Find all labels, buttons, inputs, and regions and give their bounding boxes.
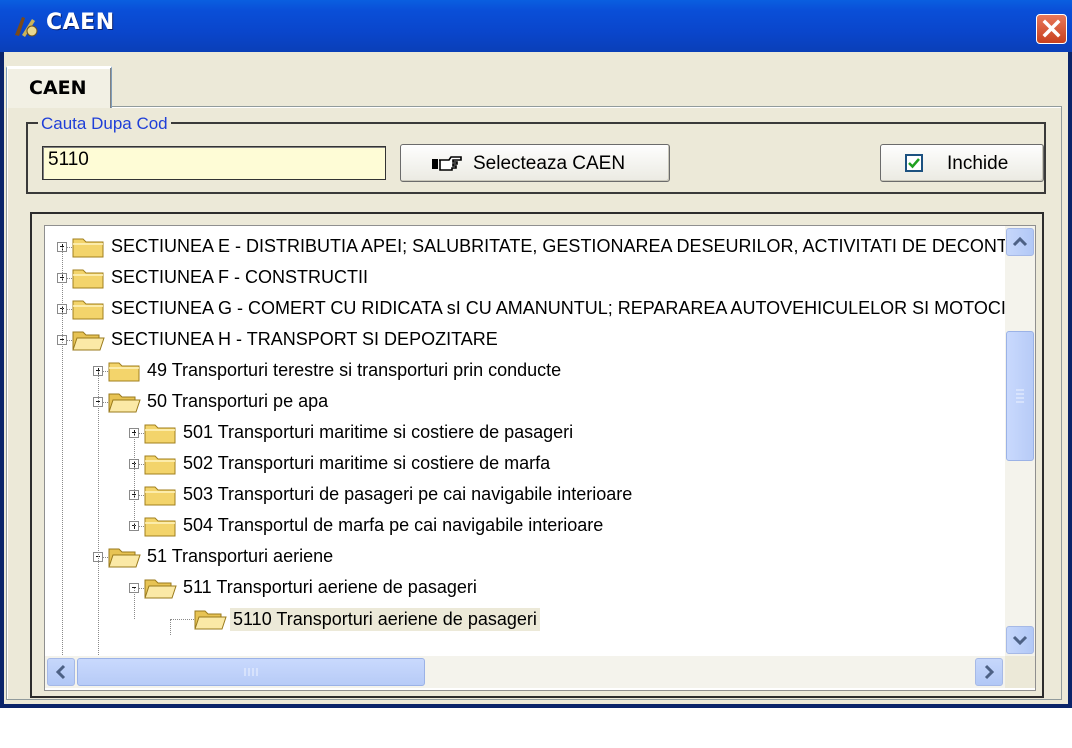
- folder-icon: [144, 424, 176, 444]
- tree-node[interactable]: SECTIUNEA F - CONSTRUCTII: [45, 263, 1005, 293]
- chevron-up-icon: [1012, 236, 1028, 247]
- tree-node[interactable]: 503 Transporturi de pasageri pe cai navi…: [45, 480, 1005, 510]
- horizontal-scroll-thumb[interactable]: [77, 658, 425, 686]
- cod-search-input[interactable]: 5110: [42, 146, 386, 180]
- chevron-down-icon: [1012, 635, 1028, 646]
- tree-guide-line: [134, 433, 136, 526]
- tree-panel: SECTIUNEA E - DISTRIBUTIA APEI; SALUBRIT…: [30, 212, 1044, 748]
- vertical-scrollbar[interactable]: [1005, 226, 1035, 656]
- tree-node-label: 51 Transporturi aeriene: [147, 546, 334, 566]
- tree-node-label: 501 Transporturi maritime si costiere de…: [183, 422, 574, 442]
- selecteaza-caen-button[interactable]: Selecteaza CAEN: [400, 144, 670, 182]
- folder-open-icon: [144, 579, 177, 599]
- vertical-scroll-thumb[interactable]: [1006, 331, 1034, 461]
- folder-open-icon: [72, 331, 105, 351]
- scroll-left-button[interactable]: [47, 658, 75, 686]
- tree-node[interactable]: 501 Transporturi maritime si costiere de…: [45, 418, 1005, 448]
- tree-guide-line: [62, 247, 64, 656]
- select-button-label: Selecteaza CAEN: [473, 153, 626, 174]
- tab-label: CAEN: [29, 77, 87, 99]
- tree-frame: SECTIUNEA E - DISTRIBUTIA APEI; SALUBRIT…: [30, 212, 1044, 698]
- tree-node[interactable]: 51 Transporturi aeriene: [45, 542, 1005, 572]
- folder-icon: [72, 238, 104, 258]
- pointing-hand-icon: [432, 156, 462, 171]
- inchide-label: Inchide: [947, 153, 1009, 174]
- tree-node-label: 5110 Transporturi aeriene de pasageri: [230, 608, 540, 631]
- inchide-checkbox[interactable]: [905, 154, 923, 172]
- grip-icon: [1016, 389, 1024, 403]
- tree-node[interactable]: SECTIUNEA G - COMERT CU RIDICATA sI CU A…: [45, 294, 1005, 324]
- tree-guide-line: [98, 371, 100, 656]
- tree-node-label: SECTIUNEA E - DISTRIBUTIA APEI; SALUBRIT…: [111, 236, 1005, 256]
- window-client: CAEN Cauta Dupa Cod 5110 Selecteaza CAEN…: [4, 52, 1068, 704]
- folder-icon: [144, 517, 176, 537]
- tree-node-label: 502 Transporturi maritime si costiere de…: [183, 453, 551, 473]
- close-icon: [1042, 19, 1061, 38]
- tree-node[interactable]: 504 Transportul de marfa pe cai navigabi…: [45, 511, 1005, 541]
- close-window-button[interactable]: [1036, 14, 1067, 44]
- tree-node[interactable]: 49 Transporturi terestre si transporturi…: [45, 356, 1005, 386]
- horizontal-scrollbar[interactable]: [45, 656, 1005, 688]
- tree-node-label: 503 Transporturi de pasageri pe cai navi…: [183, 484, 633, 504]
- scroll-up-button[interactable]: [1006, 228, 1034, 256]
- folder-icon: [144, 486, 176, 506]
- tree-guide-line: [170, 619, 172, 635]
- tree-node-label: SECTIUNEA F - CONSTRUCTII: [111, 267, 369, 287]
- tree-node-label: 511 Transporturi aeriene de pasageri: [183, 577, 477, 597]
- folder-open-icon: [108, 393, 141, 413]
- search-group-label: Cauta Dupa Cod: [38, 114, 171, 134]
- caen-tree[interactable]: SECTIUNEA E - DISTRIBUTIA APEI; SALUBRIT…: [44, 225, 1036, 691]
- tree-node-label: SECTIUNEA H - TRANSPORT SI DEPOZITARE: [111, 329, 498, 349]
- folder-icon: [72, 300, 104, 320]
- tree-node-label: 504 Transportul de marfa pe cai navigabi…: [183, 515, 604, 535]
- tree-node[interactable]: 511 Transporturi aeriene de pasageri: [45, 573, 1005, 603]
- scroll-down-button[interactable]: [1006, 626, 1034, 654]
- tree-node[interactable]: 502 Transporturi maritime si costiere de…: [45, 449, 1005, 479]
- chevron-left-icon: [55, 664, 66, 680]
- chevron-right-icon: [984, 664, 995, 680]
- tree-node-label: SECTIUNEA G - COMERT CU RIDICATA sI CU A…: [111, 298, 1005, 318]
- app-icon: [15, 17, 38, 37]
- folder-open-icon: [194, 610, 227, 630]
- checkmark-icon: [908, 158, 920, 169]
- folder-icon: [108, 362, 140, 382]
- inchide-button[interactable]: Inchide: [880, 144, 1044, 182]
- folder-icon: [144, 455, 176, 475]
- tab-caen[interactable]: CAEN: [6, 66, 112, 108]
- folder-open-icon: [108, 548, 141, 568]
- title-bar[interactable]: CAEN: [0, 0, 1072, 52]
- folder-icon: [72, 269, 104, 289]
- caen-window: CAEN CAEN Cauta Dupa Cod 5110 Selecteaza…: [0, 0, 1072, 708]
- tree-node-label: 50 Transporturi pe apa: [147, 391, 329, 411]
- tree-content: SECTIUNEA E - DISTRIBUTIA APEI; SALUBRIT…: [45, 226, 1005, 656]
- grip-icon: [244, 668, 258, 676]
- tree-guide-line: [134, 588, 136, 619]
- tree-node[interactable]: 50 Transporturi pe apa: [45, 387, 1005, 417]
- scroll-corner: [1005, 656, 1035, 688]
- tree-node[interactable]: 5110 Transporturi aeriene de pasageri: [45, 604, 1005, 634]
- window-title: CAEN: [46, 10, 115, 35]
- scroll-right-button[interactable]: [975, 658, 1003, 686]
- tree-node[interactable]: SECTIUNEA E - DISTRIBUTIA APEI; SALUBRIT…: [45, 232, 1005, 262]
- tree-node-label: 49 Transporturi terestre si transporturi…: [147, 360, 562, 380]
- tree-node[interactable]: SECTIUNEA H - TRANSPORT SI DEPOZITARE: [45, 325, 1005, 355]
